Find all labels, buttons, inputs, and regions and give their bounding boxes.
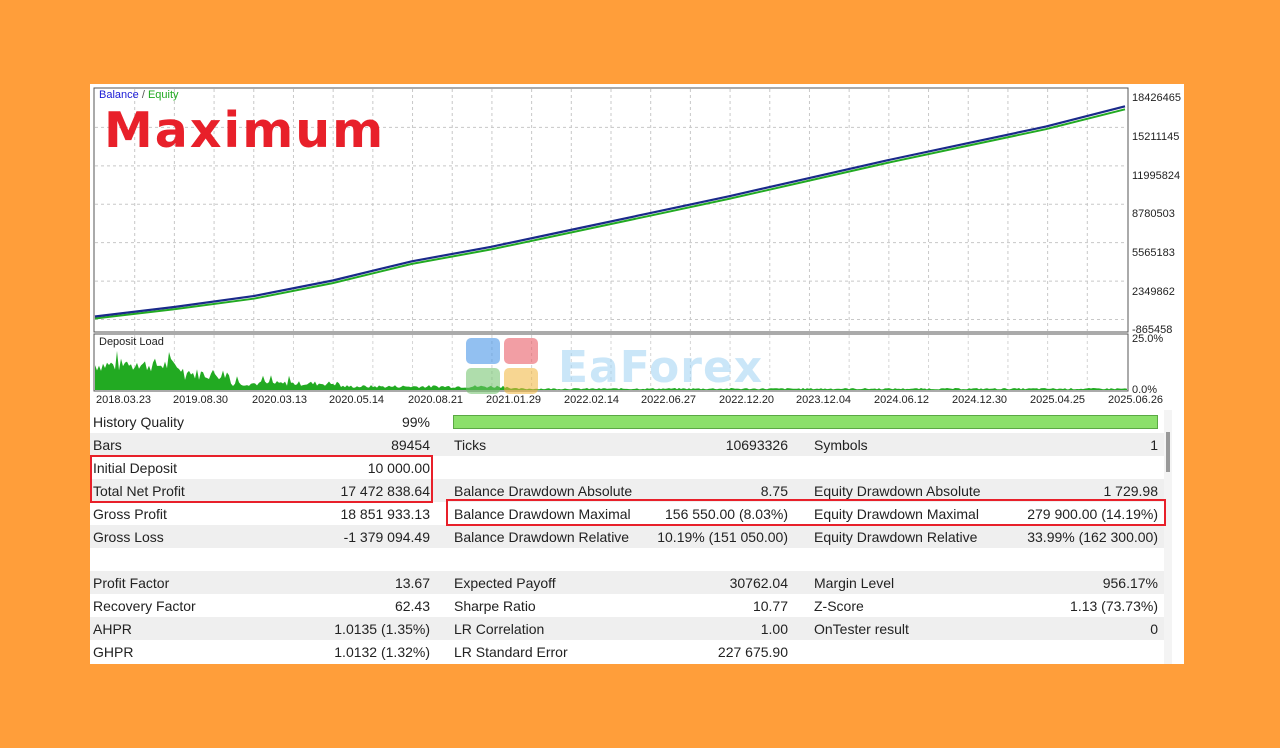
stat-label: Equity Drawdown Absolute [814,483,981,499]
x-tick-label: 2022.06.27 [641,394,697,406]
table-row: Bars 89454 Ticks 10693326 Symbols 1 [90,433,1164,456]
stat-value: 1.00 [760,621,788,637]
highlight-box-drawdown-maximal [446,499,1166,526]
stat-value: 10.19% (151 050.00) [657,529,788,545]
stat-label: Gross Profit [93,506,167,522]
y-tick-label: 5565183 [1132,247,1175,259]
stat-label: AHPR [93,621,132,637]
x-tick-label: 2024.06.12 [874,394,930,406]
highlight-box-deposit-profit [90,455,433,503]
stat-value: 10693326 [725,437,788,453]
table-row: Gross Loss -1 379 094.49 Balance Drawdow… [90,525,1164,548]
x-tick-label: 2020.08.21 [408,394,464,406]
table-row: History Quality 99% [90,410,1164,433]
stat-label: Ticks [454,437,487,453]
stat-value: 18 851 933.13 [340,506,430,522]
deposit-load-title: Deposit Load [99,336,164,348]
x-axis-dates: 2018.03.23 2019.08.30 2020.03.13 2020.05… [90,391,1184,409]
stat-value: 10.77 [752,598,788,614]
stat-label: Profit Factor [93,575,170,591]
stat-label: Balance Drawdown Absolute [454,483,633,499]
eaforex-logo-icon [466,338,538,394]
stat-value: 1.0132 (1.32%) [334,644,430,660]
stat-label: LR Standard Error [454,644,568,660]
stat-label: OnTester result [814,621,909,637]
x-tick-label: 2023.12.04 [796,394,852,406]
x-tick-label: 2025.04.25 [1030,394,1086,406]
y-tick-label: 11995824 [1132,170,1181,182]
stat-value: 33.99% (162 300.00) [1027,529,1158,545]
x-tick-label: 2020.03.13 [252,394,308,406]
x-tick-label: 2019.08.30 [173,394,229,406]
stat-label: GHPR [93,644,134,660]
legend-separator: / [138,89,148,101]
x-tick-label: 2022.02.14 [564,394,620,406]
stat-value: 30762.04 [729,575,788,591]
overlay-title: Maximum [104,102,386,159]
x-tick-label: 2024.12.30 [952,394,1008,406]
y-tick-label: 15211145 [1132,131,1180,143]
stat-value: 8.75 [760,483,788,499]
legend-balance: Balance [99,89,139,101]
stat-label: Balance Drawdown Relative [454,529,630,545]
stat-value: 13.67 [394,575,430,591]
table-row: GHPR 1.0132 (1.32%) LR Standard Error 22… [90,640,1164,663]
y-tick-label: 8780503 [1132,208,1175,220]
table-row: Profit Factor 13.67 Expected Payoff 3076… [90,571,1164,594]
stat-value: 1.0135 (1.35%) [334,621,430,637]
x-tick-label: 2021.01.29 [486,394,542,406]
statistics-table: History Quality 99% Bars 89454 Ticks 106… [90,410,1184,664]
stat-value: -1 379 094.49 [343,529,430,545]
table-row: Recovery Factor 62.43 Sharpe Ratio 10.77… [90,594,1164,617]
stat-label: Gross Loss [93,529,164,545]
stat-value: 62.43 [394,598,430,614]
stat-value: 1 729.98 [1103,483,1159,499]
table-row-empty [90,548,1164,571]
stat-label: LR Correlation [454,621,545,637]
x-tick-label: 2018.03.23 [96,394,152,406]
x-tick-label: 2022.12.20 [719,394,775,406]
stat-label: Equity Drawdown Relative [814,529,978,545]
strategy-tester-report: Balance / Equity Maximum 18426465 152111… [90,84,1184,664]
y-tick-label: 18426465 [1132,92,1181,104]
stat-label: History Quality [93,414,185,430]
stat-value: 99% [401,414,430,430]
x-tick-label: 2025.06.26 [1108,394,1164,406]
stat-value: 1 [1150,437,1158,453]
stat-label: Recovery Factor [93,598,196,614]
stat-value: 956.17% [1102,575,1158,591]
stat-value: 89454 [391,437,430,453]
y-tick-label: 2349862 [1132,286,1175,298]
watermark-text: EaForex [558,342,764,393]
x-tick-label: 2020.05.14 [329,394,385,406]
stat-label: Margin Level [814,575,895,591]
stat-label: Symbols [814,437,868,453]
deposit-y-label-top: 25.0% [1132,333,1164,345]
stat-value: 1.13 (73.73%) [1070,598,1158,614]
stat-label: Expected Payoff [454,575,556,591]
stat-label: Bars [93,437,122,453]
chart-legend: Balance / Equity [99,89,179,101]
table-row: AHPR 1.0135 (1.35%) LR Correlation 1.00 … [90,617,1164,640]
history-quality-bar [453,415,1158,429]
scrollbar-thumb[interactable] [1166,432,1170,472]
legend-equity: Equity [147,89,179,101]
stat-label: Sharpe Ratio [454,598,536,614]
stat-value: 227 675.90 [717,644,788,660]
stat-value: 0 [1150,621,1158,637]
stat-label: Z-Score [814,598,864,614]
watermark: EaForex [460,332,830,400]
